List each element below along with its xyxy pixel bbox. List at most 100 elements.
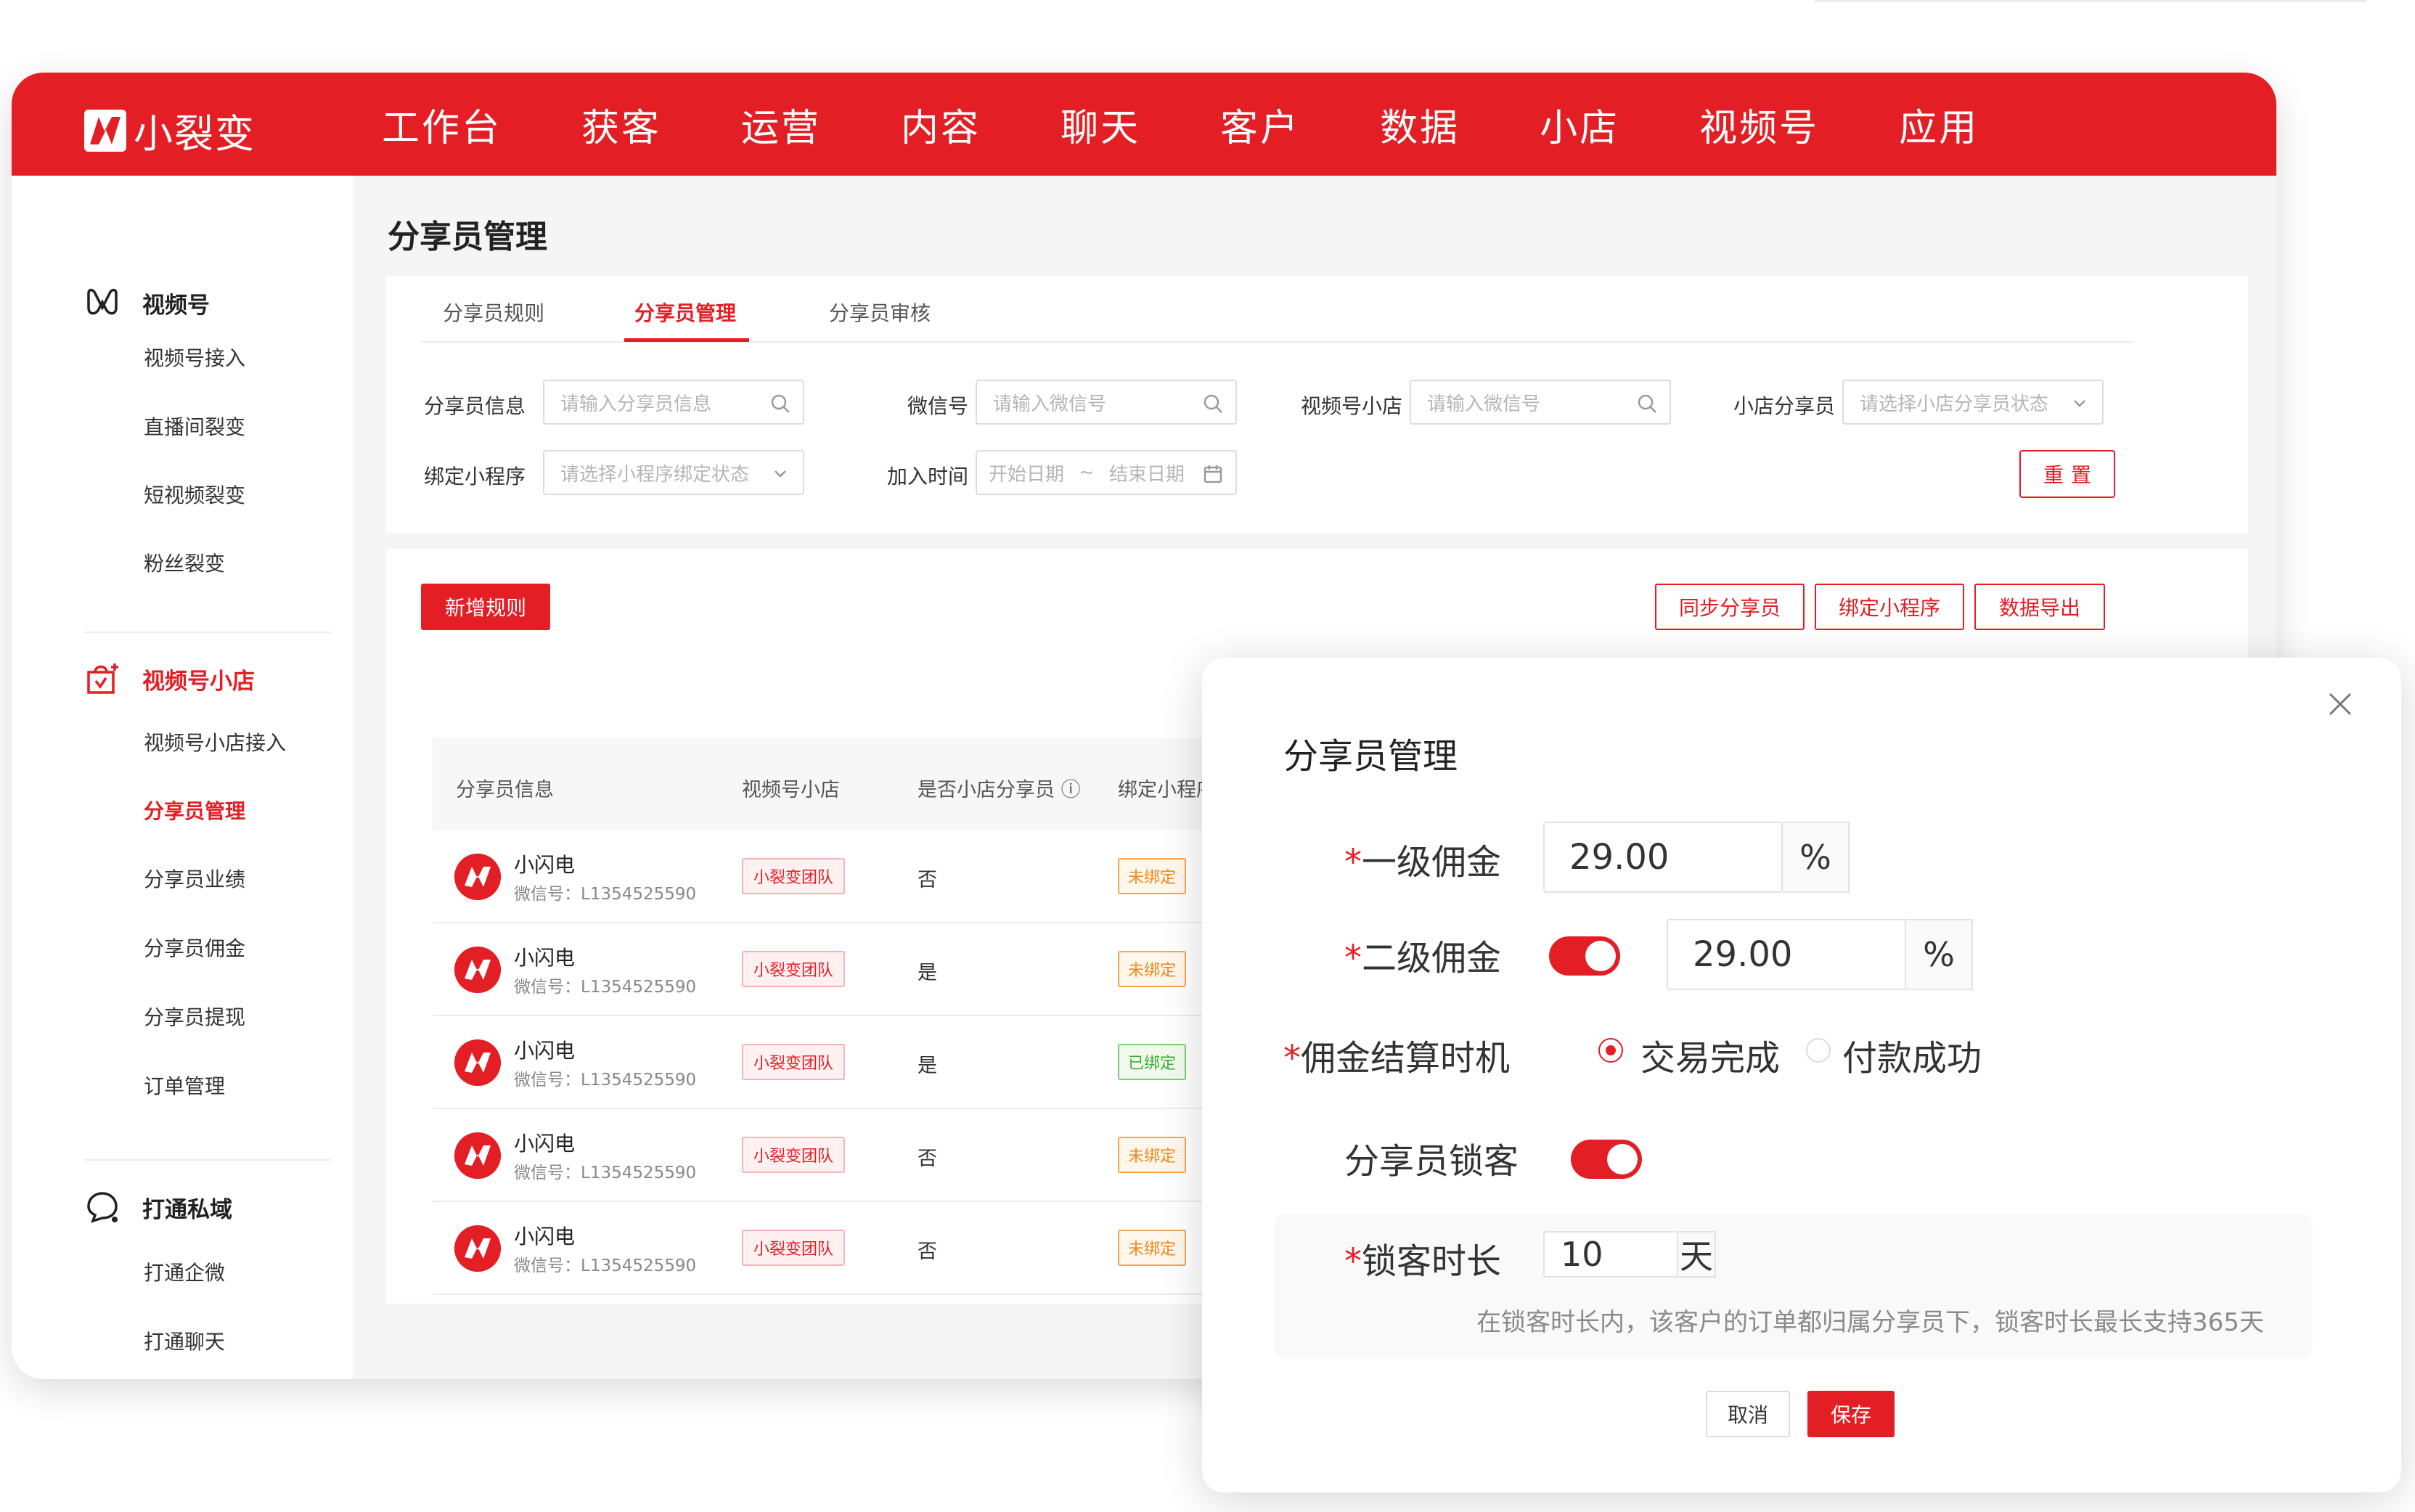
app-logo[interactable]: 小裂变 (84, 102, 256, 159)
lightning-logo-icon (84, 109, 126, 152)
nav-operate[interactable]: 运营 (741, 97, 821, 152)
avatar (454, 854, 501, 900)
shop-tag: 小裂变团队 (742, 951, 846, 987)
tab-active-indicator (624, 338, 749, 342)
bind-status-tag: 未绑定 (1118, 858, 1187, 894)
sidebar-item-sharer-withdraw[interactable]: 分享员提现 (144, 1002, 245, 1031)
cancel-button[interactable]: 取消 (1706, 1391, 1790, 1437)
tab-sharer-review[interactable]: 分享员审核 (829, 298, 931, 327)
option-trade-complete[interactable]: 交易完成 (1640, 1029, 1780, 1080)
sharer-wechat: 微信号：L1354525590 (514, 885, 697, 904)
sidebar-item-sharer-performance[interactable]: 分享员业绩 (144, 864, 245, 893)
is-shop-sharer: 否 (918, 1241, 937, 1263)
sidebar-item-fan-fission[interactable]: 粉丝裂变 (144, 548, 225, 577)
sidebar-item-video-access[interactable]: 视频号接入 (144, 343, 245, 372)
bind-mini-program-button[interactable]: 绑定小程序 (1815, 584, 1964, 630)
required-mark: * (1283, 1038, 1301, 1079)
reset-button[interactable]: 重置 (2019, 450, 2115, 498)
placeholder: 请输入微信号 (1427, 393, 1541, 415)
sidebar-group-private-domain[interactable]: 打通私域 (84, 1189, 232, 1225)
calendar-icon (1204, 465, 1222, 483)
sidebar-group-video-channel[interactable]: 视频号 (84, 285, 210, 321)
join-time-range-picker[interactable]: 开始日期 ~ 结束日期 (976, 450, 1237, 495)
nav-apps[interactable]: 应用 (1899, 97, 1979, 152)
filter-label-shop: 视频号小店 (1301, 394, 1403, 418)
main-nav: 工作台 获客 运营 内容 聊天 客户 数据 小店 视频号 应用 (382, 73, 2059, 176)
end-date-placeholder: 结束日期 (1108, 463, 1185, 486)
nav-workbench[interactable]: 工作台 (382, 97, 502, 152)
lock-duration-hint: 在锁客时长内，该客户的订单都归属分享员下，锁客时长最长支持365天 (1476, 1308, 2264, 1337)
radio-trade-complete[interactable] (1598, 1038, 1623, 1063)
level1-commission-input[interactable]: 29.00 (1543, 822, 1783, 893)
required-mark: * (1344, 1241, 1362, 1282)
date-separator: ~ (1079, 462, 1095, 483)
lock-duration-input[interactable]: 10 (1543, 1231, 1678, 1278)
shop-sharer-select[interactable]: 请选择小店分享员状态 (1842, 380, 2104, 425)
save-button[interactable]: 保存 (1807, 1391, 1895, 1437)
settle-timing-label: *佣金结算时机 (1283, 1029, 1510, 1080)
filter-label-mini-program: 绑定小程序 (424, 465, 526, 489)
sidebar: 视频号 视频号接入 直播间裂变 短视频裂变 粉丝裂变 视频号小店 视频号小店接入… (12, 176, 353, 1379)
top-header: 小裂变 工作台 获客 运营 内容 聊天 客户 数据 小店 视频号 应用 (12, 73, 2276, 176)
wechat-input[interactable]: 请输入微信号 (976, 380, 1237, 425)
page-title: 分享员管理 (388, 218, 547, 256)
nav-customer[interactable]: 客户 (1220, 97, 1300, 152)
sidebar-item-sharer-commission[interactable]: 分享员佣金 (144, 933, 245, 962)
tab-sharer-rules[interactable]: 分享员规则 (443, 298, 544, 327)
is-shop-sharer: 否 (918, 1148, 937, 1170)
sidebar-item-short-video-fission[interactable]: 短视频裂变 (144, 480, 245, 509)
search-icon (1638, 394, 1656, 413)
level1-commission-label: *一级佣金 (1344, 833, 1501, 884)
is-shop-sharer: 是 (918, 962, 937, 984)
bind-status-tag: 未绑定 (1118, 1230, 1187, 1266)
sidebar-divider (84, 1159, 331, 1161)
label-text: 一级佣金 (1362, 842, 1502, 883)
nav-chat[interactable]: 聊天 (1061, 97, 1140, 152)
bind-status-tag: 未绑定 (1118, 1137, 1187, 1173)
tab-sharer-management[interactable]: 分享员管理 (634, 298, 736, 327)
add-rule-button[interactable]: 新增规则 (421, 584, 550, 630)
lock-duration-label: *锁客时长 (1344, 1233, 1501, 1283)
level2-commission-toggle[interactable] (1549, 936, 1620, 976)
sync-sharer-button[interactable]: 同步分享员 (1655, 584, 1805, 630)
sharer-info-input[interactable]: 请输入分享员信息 (543, 380, 804, 425)
shop-tag: 小裂变团队 (742, 1044, 846, 1080)
shop-bag-icon (87, 663, 118, 694)
radio-payment-success[interactable] (1806, 1038, 1831, 1063)
sharer-settings-modal: 分享员管理 *一级佣金 29.00 % *二级佣金 29.00 % *佣金结算时… (1202, 658, 2401, 1492)
sidebar-item-order-management[interactable]: 订单管理 (144, 1071, 225, 1100)
sidebar-item-wecom[interactable]: 打通企微 (144, 1257, 225, 1286)
col-mini-program: 绑定小程序 (1118, 779, 1216, 801)
close-icon[interactable] (2326, 690, 2355, 719)
sidebar-item-chat[interactable]: 打通聊天 (144, 1326, 225, 1355)
avatar (454, 1132, 501, 1179)
lock-customer-toggle[interactable] (1571, 1140, 1642, 1179)
label-text: 锁客时长 (1362, 1241, 1502, 1282)
modal-title: 分享员管理 (1283, 736, 1458, 777)
top-divider (1815, 0, 2366, 2)
shop-tag: 小裂变团队 (742, 1230, 846, 1266)
placeholder: 请输入微信号 (993, 393, 1107, 415)
avatar (454, 1225, 501, 1272)
sidebar-item-sharer-management[interactable]: 分享员管理 (144, 796, 245, 825)
sharer-wechat: 微信号：L1354525590 (514, 1256, 697, 1275)
nav-shop[interactable]: 小店 (1540, 97, 1619, 152)
shop-tag: 小裂变团队 (742, 858, 846, 894)
sidebar-group-video-shop[interactable]: 视频号小店 (84, 661, 255, 697)
level2-commission-input[interactable]: 29.00 (1667, 919, 1906, 990)
required-mark: * (1344, 842, 1362, 883)
export-data-button[interactable]: 数据导出 (1974, 584, 2105, 630)
nav-video-channel[interactable]: 视频号 (1699, 97, 1819, 152)
option-payment-success[interactable]: 付款成功 (1842, 1029, 1982, 1080)
placeholder: 请选择小程序绑定状态 (560, 463, 750, 486)
bind-status-tag: 未绑定 (1118, 951, 1187, 987)
nav-acquire[interactable]: 获客 (581, 97, 661, 152)
bind-status-tag: 已绑定 (1118, 1044, 1187, 1080)
shop-input[interactable]: 请输入微信号 (1410, 380, 1671, 425)
sidebar-item-shop-access[interactable]: 视频号小店接入 (144, 727, 286, 756)
nav-data[interactable]: 数据 (1380, 97, 1460, 152)
nav-content[interactable]: 内容 (901, 97, 981, 152)
sidebar-item-live-fission[interactable]: 直播间裂变 (144, 412, 245, 441)
mini-program-select[interactable]: 请选择小程序绑定状态 (543, 450, 804, 495)
sharer-name: 小闪电 (514, 1225, 576, 1249)
